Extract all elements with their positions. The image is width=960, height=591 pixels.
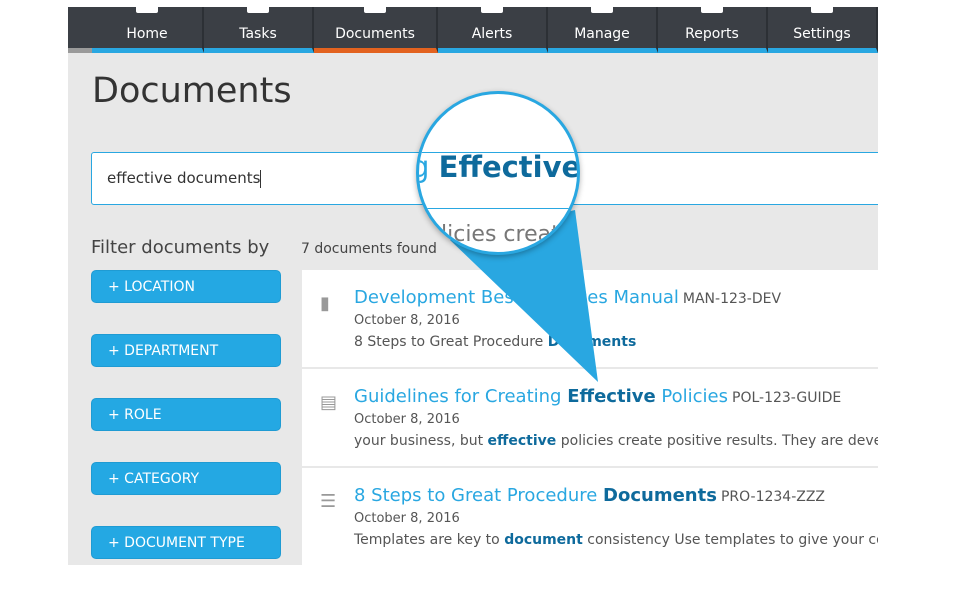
snippet-highlight: document: [504, 532, 583, 548]
manage-icon: [591, 7, 613, 13]
snippet-text: 8 Steps to Great Procedure: [354, 334, 548, 350]
tab-label: Alerts: [471, 26, 513, 42]
tab-label: Reports: [685, 26, 739, 42]
title-text: Development Best Practices Manual: [354, 287, 679, 308]
result-title-link[interactable]: 8 Steps to Great Procedure Documents PRO-…: [354, 485, 825, 506]
doc-date: October 8, 2016: [354, 412, 460, 427]
magnifier-lens: g Effective P licies creat: [416, 91, 580, 255]
result-item[interactable]: ☰ 8 Steps to Great Procedure Documents PR…: [302, 468, 878, 565]
snippet-text: consistency Use templates to give your c…: [582, 532, 878, 548]
home-icon: [136, 7, 158, 13]
result-title-link[interactable]: Guidelines for Creating Effective Polici…: [354, 386, 841, 407]
lens-subtext: licies creat: [441, 222, 560, 247]
tab-manage[interactable]: Manage: [548, 7, 658, 53]
doc-snippet: your business, but effective policies cr…: [354, 433, 878, 449]
app-panel: Home Tasks Documents Alerts Manage Repor…: [68, 7, 878, 565]
lens-text: g Effective P: [419, 150, 580, 184]
result-item[interactable]: ▤ Guidelines for Creating Effective Poli…: [302, 369, 878, 466]
tab-label: Manage: [574, 26, 630, 42]
snippet-highlight: Documents: [547, 334, 637, 350]
doc-code: POL-123-GUIDE: [732, 390, 842, 406]
filter-location-button[interactable]: + LOCATION: [91, 270, 281, 303]
doc-code: MAN-123-DEV: [682, 291, 782, 307]
text-caret: [260, 169, 262, 188]
result-title-link[interactable]: Development Best Practices Manual MAN-123…: [354, 287, 781, 308]
lens-prefix: g: [419, 150, 439, 184]
tab-label: Tasks: [239, 26, 277, 42]
title-text: Guidelines for Creating: [354, 386, 568, 407]
doc-code: PRO-1234-ZZZ: [720, 489, 826, 505]
tasks-icon: [247, 7, 269, 13]
doc-snippet: 8 Steps to Great Procedure Documents: [354, 334, 636, 350]
title-highlight: Documents: [603, 485, 717, 506]
filter-department-button[interactable]: + DEPARTMENT: [91, 334, 281, 367]
document-icon: ▤: [320, 392, 338, 413]
filter-role-button[interactable]: + ROLE: [91, 398, 281, 431]
results-count: 7 documents found: [301, 241, 437, 257]
tab-tasks[interactable]: Tasks: [204, 7, 314, 53]
tab-label: Documents: [335, 26, 415, 42]
filter-category-button[interactable]: + CATEGORY: [91, 462, 281, 495]
tab-alerts[interactable]: Alerts: [438, 7, 548, 53]
tab-home[interactable]: Home: [92, 7, 204, 53]
lens-highlight: Effective: [438, 150, 580, 184]
title-text: Policies: [655, 386, 729, 407]
filter-title: Filter documents by: [91, 237, 270, 258]
result-item[interactable]: ▮ Development Best Practices Manual MAN-1…: [302, 270, 878, 367]
doc-date: October 8, 2016: [354, 511, 460, 526]
search-value: effective documents: [107, 169, 261, 187]
title-text: 8 Steps to Great Procedure: [354, 485, 604, 506]
filter-document-type-button[interactable]: + DOCUMENT TYPE: [91, 526, 281, 559]
tab-reports[interactable]: Reports: [658, 7, 768, 53]
snippet-text: Templates are key to: [354, 532, 505, 548]
doc-date: October 8, 2016: [354, 313, 460, 328]
snippet-text: your business, but: [354, 433, 488, 449]
alert-icon: [481, 7, 503, 13]
reports-icon: [701, 7, 723, 13]
top-nav: Home Tasks Documents Alerts Manage Repor…: [68, 7, 878, 53]
documents-icon: [364, 7, 386, 13]
nav-lead: [68, 48, 92, 53]
list-icon: ☰: [320, 491, 337, 512]
lens-search-border: [419, 208, 577, 209]
tab-label: Settings: [793, 26, 851, 42]
tab-documents[interactable]: Documents: [314, 7, 438, 53]
page-title: Documents: [92, 71, 292, 111]
doc-snippet: Templates are key to document consistenc…: [354, 532, 878, 548]
title-highlight: Effective: [567, 386, 656, 407]
tab-label: Home: [126, 26, 168, 42]
tab-settings[interactable]: Settings: [768, 7, 878, 53]
gear-icon: [811, 7, 833, 13]
snippet-highlight: effective: [487, 433, 557, 449]
snippet-text: policies create positive results. They a…: [556, 433, 878, 449]
book-icon: ▮: [320, 293, 330, 314]
